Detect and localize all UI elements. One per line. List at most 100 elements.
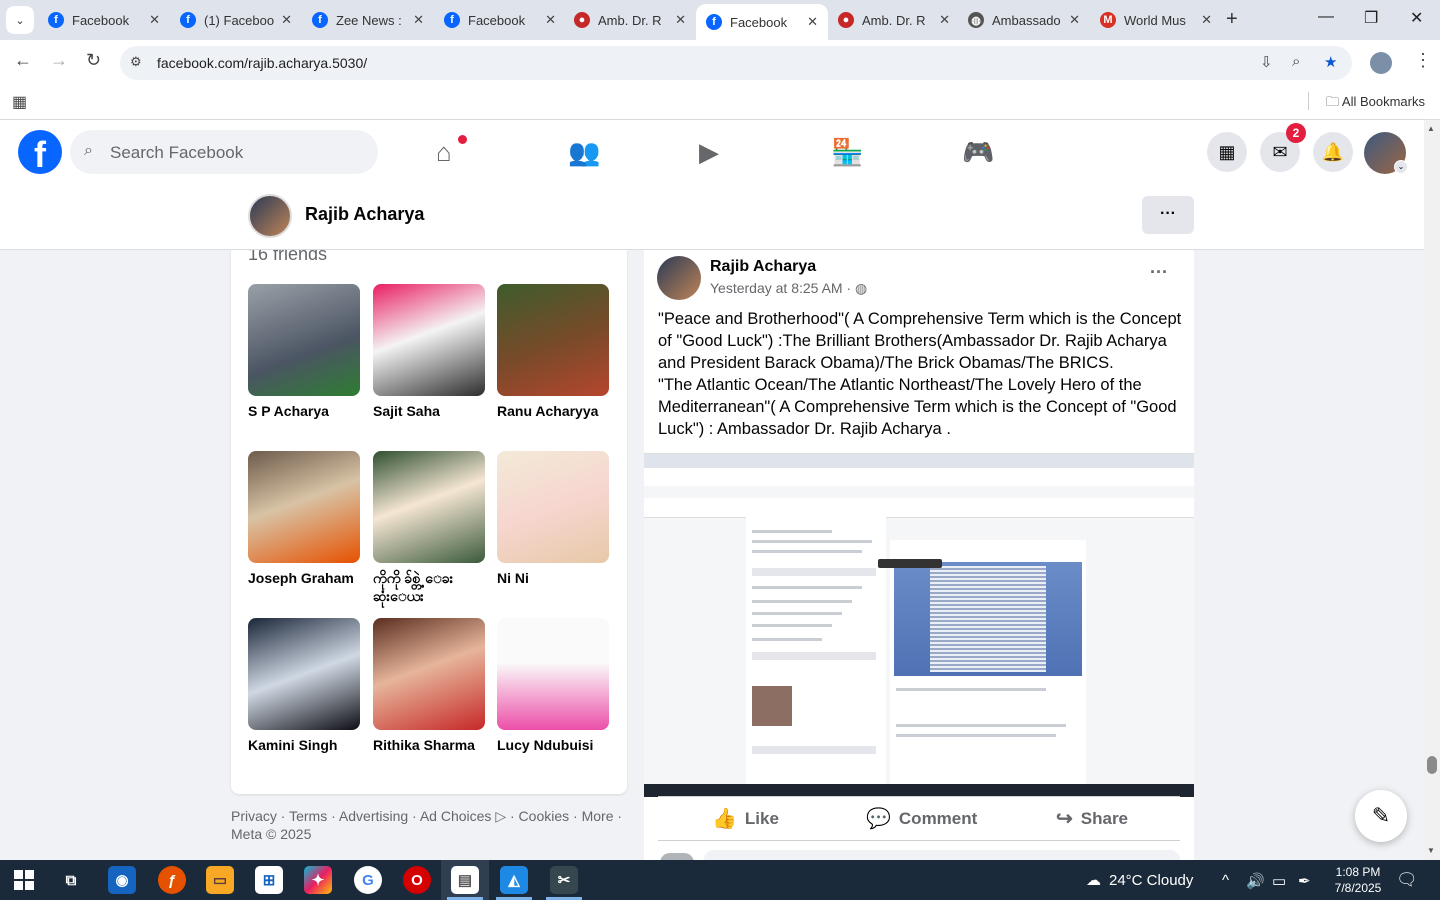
friend-name[interactable]: Sajit Saha (373, 402, 485, 420)
close-tab-icon[interactable]: ✕ (1069, 12, 1080, 28)
all-bookmarks-button[interactable]: 🗀 All Bookmarks (1326, 93, 1425, 115)
friend-photo[interactable] (248, 618, 360, 730)
new-message-compose-icon[interactable]: ✎ (1355, 790, 1407, 842)
firefox-icon[interactable]: ƒ (158, 866, 186, 894)
browser-menu-icon[interactable]: ⋮ (1414, 50, 1432, 71)
friend-photo[interactable] (248, 284, 360, 396)
scroll-up-arrow-icon[interactable]: ▲ (1427, 124, 1435, 133)
friend-photo[interactable] (497, 451, 609, 563)
profile-avatar[interactable] (248, 194, 292, 238)
reload-icon[interactable]: ↻ (86, 50, 101, 71)
friend-photo[interactable] (497, 284, 609, 396)
back-icon[interactable]: ← (14, 50, 32, 71)
friend-tile[interactable]: Rithika Sharma (373, 618, 485, 754)
friend-photo[interactable] (248, 451, 360, 563)
url-text[interactable]: facebook.com/rajib.acharya.5030/ (157, 55, 367, 71)
opera-icon[interactable]: O (403, 866, 431, 894)
friend-photo[interactable] (497, 618, 609, 730)
friend-tile[interactable]: Lucy Ndubuisi (497, 618, 609, 754)
marketplace-icon[interactable]: 🏪 (831, 138, 863, 166)
scrollbar-thumb[interactable] (1427, 756, 1437, 774)
site-settings-icon[interactable]: ⚙ (130, 54, 142, 70)
browser-profile-avatar[interactable] (1370, 52, 1392, 74)
share-button[interactable]: ↪ Share (1056, 806, 1128, 831)
home-icon[interactable]: ⌂ (436, 138, 452, 166)
close-tab-icon[interactable]: ✕ (545, 12, 556, 28)
friend-photo[interactable] (373, 284, 485, 396)
zoom-icon[interactable]: ⌕ (1292, 53, 1300, 70)
close-tab-icon[interactable]: ✕ (675, 12, 686, 28)
copilot-icon[interactable]: ✦ (304, 866, 332, 894)
pen-icon[interactable]: ✒ (1298, 872, 1311, 890)
close-tab-icon[interactable]: ✕ (149, 12, 160, 28)
page-scrollbar[interactable]: ▲ ▼ (1424, 120, 1440, 860)
task-view-icon[interactable]: ⧉ (57, 866, 85, 894)
app-icon[interactable]: ◉ (108, 866, 136, 894)
post-author-avatar[interactable] (657, 256, 701, 300)
file-explorer-icon[interactable]: ▭ (206, 866, 234, 894)
chrome-icon[interactable]: G (354, 866, 382, 894)
menu-grid-icon[interactable]: ▦ (1207, 132, 1247, 172)
volume-icon[interactable]: 🔊 (1246, 872, 1265, 890)
friend-name[interactable]: Kamini Singh (248, 736, 360, 754)
friend-tile[interactable]: Sajit Saha (373, 284, 485, 420)
scroll-down-arrow-icon[interactable]: ▼ (1427, 846, 1435, 855)
friend-photo[interactable] (373, 618, 485, 730)
friend-tile[interactable]: Kamini Singh (248, 618, 360, 754)
footer-link[interactable]: More (582, 808, 614, 824)
friend-photo[interactable] (373, 451, 485, 563)
taskbar-clock[interactable]: 1:08 PM 7/8/2025 (1330, 864, 1386, 896)
install-app-icon[interactable]: ⇩ (1260, 53, 1273, 71)
account-chevron-icon[interactable]: ⌄ (1394, 160, 1408, 174)
browser-tab[interactable]: f Zee News : ✕ (302, 4, 434, 36)
post-options-icon[interactable]: ··· (1150, 262, 1168, 283)
footer-link[interactable]: Cookies (519, 808, 570, 824)
friend-name[interactable]: Ranu Acharyya (497, 402, 609, 420)
comment-input[interactable] (704, 850, 1180, 860)
comment-button[interactable]: 💬 Comment (866, 806, 977, 831)
gaming-icon[interactable]: 🎮 (962, 138, 994, 166)
friend-name[interactable]: Ni Ni (497, 569, 609, 587)
browser-tab[interactable]: M World Mus ✕ (1090, 4, 1222, 36)
browser-tab[interactable]: ● Amb. Dr. R ✕ (828, 4, 960, 36)
friend-tile[interactable]: ကိုကို ခ်စ္တဲ့ ေခး ဆုံးေယး (373, 451, 485, 605)
friend-name[interactable]: ကိုကို ခ်စ္တဲ့ ေခး ဆုံးေယး (373, 569, 485, 605)
browser-tab[interactable]: f Facebook ✕ (696, 4, 828, 40)
store-icon[interactable]: ⊞ (255, 866, 283, 894)
tray-chevron-icon[interactable]: ^ (1222, 872, 1229, 889)
browser-tab[interactable]: f Facebook ✕ (434, 4, 566, 36)
snipping-tool-icon[interactable]: ✂ (550, 866, 578, 894)
new-tab-button[interactable]: + (1226, 8, 1238, 31)
bookmark-star-icon[interactable]: ★ (1324, 53, 1337, 71)
profile-more-button[interactable]: ··· (1142, 196, 1194, 234)
post-screenshot-image[interactable] (644, 453, 1194, 797)
friends-icon[interactable]: 👥 (568, 138, 600, 166)
facebook-logo-icon[interactable]: f (18, 130, 62, 175)
close-window-icon[interactable]: ✕ (1410, 8, 1423, 28)
close-tab-icon[interactable]: ✕ (939, 12, 950, 28)
tab-search-chevron-icon[interactable]: ⌄ (6, 6, 34, 34)
apps-grid-icon[interactable]: ▦ (12, 92, 27, 112)
friend-name[interactable]: Rithika Sharma (373, 736, 485, 754)
footer-link[interactable]: Ad Choices (420, 808, 492, 824)
notepad-icon[interactable]: ▤ (451, 866, 479, 894)
close-tab-icon[interactable]: ✕ (1201, 12, 1212, 28)
friend-tile[interactable]: Joseph Graham (248, 451, 360, 587)
friend-tile[interactable]: Ranu Acharyya (497, 284, 609, 420)
minimize-icon[interactable]: — (1318, 8, 1334, 26)
close-tab-icon[interactable]: ✕ (807, 14, 818, 30)
footer-link[interactable]: Advertising (339, 808, 408, 824)
search-facebook-input[interactable]: ⌕ Search Facebook (70, 130, 378, 174)
windows-start-icon[interactable] (14, 870, 34, 890)
notification-center-icon[interactable]: 🗨 (1396, 870, 1418, 890)
close-tab-icon[interactable]: ✕ (281, 12, 292, 28)
post-author-name[interactable]: Rajib Acharya (710, 258, 816, 276)
post-timestamp[interactable]: Yesterday at 8:25 AM · ◍ (710, 280, 867, 297)
weather-widget[interactable]: ☁ 24°C Cloudy (1086, 871, 1193, 890)
address-bar[interactable]: ⚙ facebook.com/rajib.acharya.5030/ (120, 46, 1352, 80)
browser-tab[interactable]: f Facebook ✕ (38, 4, 170, 36)
friend-name[interactable]: S P Acharya (248, 402, 360, 420)
profile-name[interactable]: Rajib Acharya (305, 204, 424, 225)
notifications-bell-icon[interactable]: 🔔 (1313, 132, 1353, 172)
like-button[interactable]: 👍 Like (712, 806, 779, 831)
